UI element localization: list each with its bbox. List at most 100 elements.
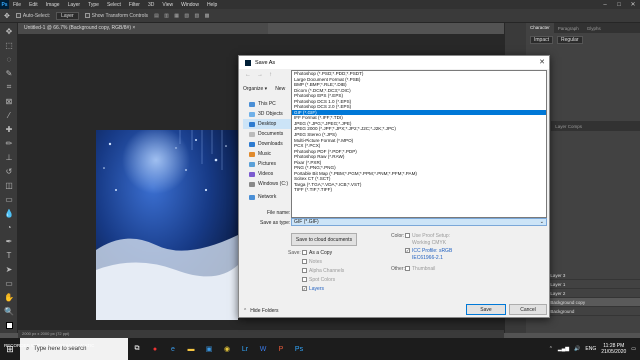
new-folder-button[interactable]: New	[275, 86, 285, 92]
menu-file[interactable]: File	[9, 2, 25, 8]
auto-select-toggle[interactable]: Auto-Select:	[15, 13, 50, 19]
font-style-select[interactable]: Regular	[557, 36, 583, 44]
alpha-channels-checkbox[interactable]	[302, 268, 307, 273]
menu-select[interactable]: Select	[103, 2, 125, 8]
nav-3d-objects[interactable]: 3D Objects	[243, 109, 293, 119]
chrome-icon[interactable]: ◉	[218, 338, 236, 360]
layers-checkbox[interactable]: ✓	[302, 286, 307, 291]
cancel-button[interactable]: Cancel	[509, 304, 547, 315]
move-tool-icon[interactable]: ✥	[3, 25, 15, 37]
powerpoint-icon[interactable]: P	[272, 338, 290, 360]
dodge-tool-icon[interactable]: ◔	[3, 221, 15, 233]
format-option[interactable]: TIFF (*.TIF;*.TIFF)	[292, 187, 546, 193]
healing-brush-icon[interactable]: ✚	[3, 123, 15, 135]
close-icon[interactable]: ✕	[539, 58, 545, 66]
pen-tool-icon[interactable]: ✒	[3, 235, 15, 247]
eraser-tool-icon[interactable]: ◫	[3, 179, 15, 191]
back-arrow-icon[interactable]: ←	[245, 72, 251, 78]
menu-help[interactable]: Help	[203, 2, 221, 8]
shape-tool-icon[interactable]: ▭	[3, 277, 15, 289]
thumbnail-checkbox[interactable]	[405, 266, 410, 271]
store-icon[interactable]: ▣	[200, 338, 218, 360]
marquee-tool-icon[interactable]: ⬚	[3, 39, 15, 51]
eyedropper-icon[interactable]: ⁄	[3, 109, 15, 121]
as-a-copy-checkbox[interactable]	[302, 250, 307, 255]
menu-layer[interactable]: Layer	[64, 2, 85, 8]
tray-chevron-icon[interactable]: ⌃	[549, 346, 553, 352]
nav-windows-c[interactable]: Windows (C:)	[243, 179, 293, 189]
menu-window[interactable]: Window	[177, 2, 203, 8]
save-as-dialog: Save As ✕ ← → ↑ Organize ▾ New This PC 3…	[238, 55, 550, 318]
auto-select-checkbox[interactable]	[15, 13, 21, 18]
history-brush-icon[interactable]: ↺	[3, 165, 15, 177]
document-tab[interactable]: Untitled-1 @ 66.7% (Background copy, RGB…	[18, 23, 268, 34]
spot-colors-checkbox[interactable]	[302, 277, 307, 282]
gradient-tool-icon[interactable]: ▭	[3, 193, 15, 205]
use-proof-checkbox[interactable]	[405, 233, 410, 238]
network-tray-icon[interactable]: ▂▄▆	[558, 346, 569, 352]
menu-edit[interactable]: Edit	[25, 2, 42, 8]
file-explorer-icon[interactable]: ▬	[182, 338, 200, 360]
menu-image[interactable]: Image	[42, 2, 64, 8]
show-transform-checkbox[interactable]	[84, 13, 90, 18]
frame-tool-icon[interactable]: ⊠	[3, 95, 15, 107]
clone-stamp-icon[interactable]: ⊥	[3, 151, 15, 163]
nav-videos[interactable]: Videos	[243, 169, 293, 179]
layer-select-dropdown[interactable]: Layer	[56, 11, 79, 20]
save-to-cloud-button[interactable]: Save to cloud documents	[291, 233, 357, 246]
save-as-type-select[interactable]: GIF (*.GIF) ⌄	[291, 218, 547, 226]
organize-button[interactable]: Organize ▾	[243, 86, 267, 92]
zoom-tool-icon[interactable]: 🔍	[3, 305, 15, 317]
minimize-icon[interactable]: –	[598, 0, 612, 9]
move-tool-icon[interactable]: ✥	[4, 12, 10, 20]
quick-select-icon[interactable]: ✎	[3, 67, 15, 79]
save-button[interactable]: Save	[466, 304, 506, 315]
lightroom-icon[interactable]: Lr	[236, 338, 254, 360]
blur-tool-icon[interactable]: 💧	[3, 207, 15, 219]
path-select-icon[interactable]: ➤	[3, 263, 15, 275]
tab-glyphs[interactable]: Glyphs	[583, 26, 605, 31]
clock[interactable]: 11:28 PM 21/05/2020	[601, 343, 626, 355]
brush-tool-icon[interactable]: ✏	[3, 137, 15, 149]
menu-3d[interactable]: 3D	[144, 2, 158, 8]
maximize-icon[interactable]: □	[612, 0, 626, 9]
tab-paragraph[interactable]: Paragraph	[554, 26, 583, 31]
notifications-icon[interactable]: ▭	[631, 346, 636, 352]
nav-this-pc[interactable]: This PC	[243, 99, 293, 109]
menu-type[interactable]: Type	[84, 2, 103, 8]
windows-start-icon[interactable]: ⊞	[0, 338, 20, 360]
system-tray: ⌃ ▂▄▆ 🔊 ENG 11:28 PM 21/05/2020 ▭	[549, 338, 640, 360]
nav-pictures[interactable]: Pictures	[243, 159, 293, 169]
photoshop-taskbar-icon[interactable]: Ps	[290, 338, 308, 360]
language-indicator[interactable]: ENG	[585, 346, 596, 352]
close-icon[interactable]: ✕	[626, 0, 640, 9]
show-transform-toggle[interactable]: Show Transform Controls	[84, 13, 148, 19]
type-tool-icon[interactable]: T	[3, 249, 15, 261]
nav-documents[interactable]: Documents	[243, 129, 293, 139]
nav-desktop[interactable]: Desktop	[243, 119, 293, 129]
task-view-icon[interactable]: ⧉	[128, 338, 146, 360]
lasso-tool-icon[interactable]: ◌	[3, 53, 15, 65]
volume-icon[interactable]: 🔊	[574, 346, 580, 352]
nav-music[interactable]: Music	[243, 149, 293, 159]
color-swatches-icon[interactable]	[3, 319, 15, 331]
hide-folders-toggle[interactable]: ⌃ Hide Folders	[243, 308, 279, 314]
word-icon[interactable]: W	[254, 338, 272, 360]
align-icons[interactable]: ▤ ▥ ▦ ▧ ▨ ▩	[154, 13, 211, 19]
font-family-select[interactable]: Impact	[530, 36, 554, 44]
crop-tool-icon[interactable]: ⌗	[3, 81, 15, 93]
tab-character[interactable]: Character	[526, 23, 554, 33]
menu-view[interactable]: View	[158, 2, 177, 8]
menu-filter[interactable]: Filter	[125, 2, 144, 8]
icc-profile-checkbox[interactable]: ✓	[405, 248, 410, 253]
nav-network[interactable]: Network	[243, 192, 293, 202]
edge-icon[interactable]: e	[164, 338, 182, 360]
hand-tool-icon[interactable]: ✋	[3, 291, 15, 303]
record-icon[interactable]: ●	[146, 338, 164, 360]
tab-layer-comps[interactable]: Layer Comps	[551, 124, 586, 129]
taskbar-search[interactable]: ⌕ Type here to search	[20, 338, 128, 360]
up-arrow-icon[interactable]: ↑	[269, 72, 272, 78]
notes-checkbox[interactable]	[302, 259, 307, 264]
forward-arrow-icon[interactable]: →	[257, 72, 263, 78]
nav-downloads[interactable]: Downloads	[243, 139, 293, 149]
